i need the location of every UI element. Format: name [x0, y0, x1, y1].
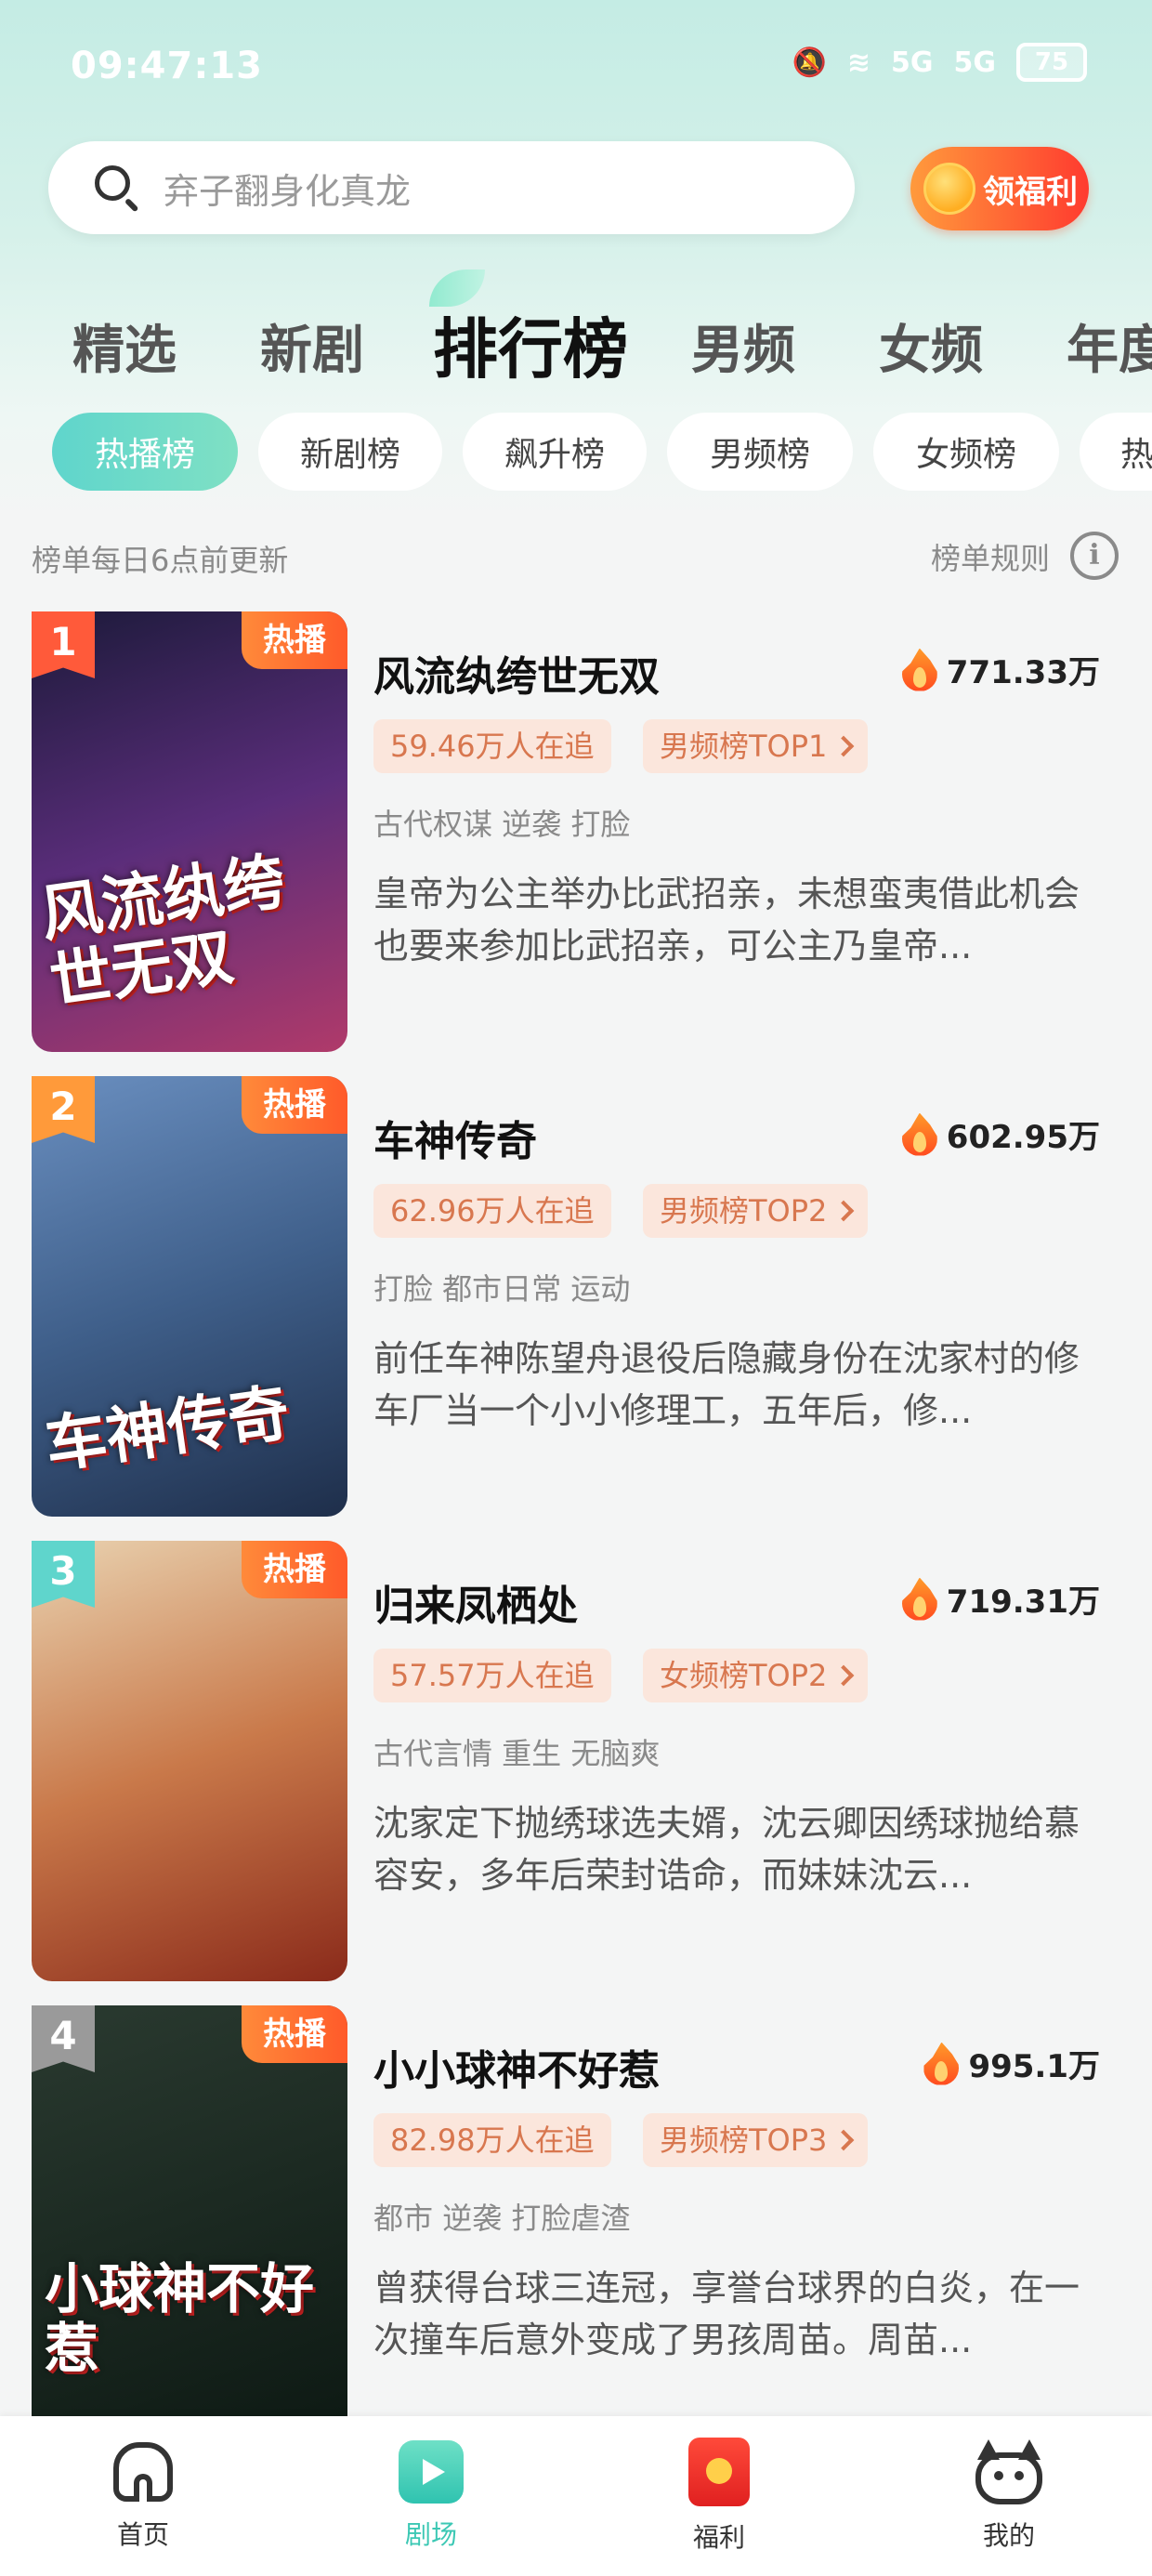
nav-label: 福利: [692, 2522, 745, 2553]
red-envelope-icon: [688, 2438, 750, 2506]
list-item[interactable]: 3 热播 归来凤栖处 719.31万 57.57万人在追 女频榜TOP2 古代言…: [0, 1541, 1152, 1985]
poster-art: [32, 1541, 347, 1981]
poster[interactable]: [32, 1541, 347, 1981]
rank-list-label: 男频榜TOP1: [660, 729, 828, 764]
signal-icon-2: 5G: [953, 46, 997, 79]
nav-mine[interactable]: 我的: [907, 2416, 1111, 2576]
nav-welfare[interactable]: 福利: [617, 2416, 821, 2576]
poster[interactable]: 小球神不好惹: [32, 2005, 347, 2416]
heat-score: 602.95万: [901, 1111, 1100, 1157]
nav-label: 剧场: [404, 2519, 457, 2550]
heat-value: 719.31万: [946, 1584, 1100, 1621]
heat-value: 995.1万: [968, 2048, 1100, 2085]
hot-tag: 热播: [242, 2005, 347, 2063]
drama-title[interactable]: 车神传奇: [373, 1108, 537, 1167]
rank-list-badge[interactable]: 男频榜TOP2: [643, 1184, 869, 1238]
hot-tag: 热播: [242, 611, 347, 669]
poster[interactable]: 风流纨绔世无双: [32, 611, 347, 1052]
drama-tags: 古代权谋 逆袭 打脸: [373, 807, 631, 842]
chip-male[interactable]: 男频榜: [667, 413, 853, 491]
chevron-right-icon: [833, 1200, 855, 1222]
followers-badge: 82.98万人在追: [373, 2113, 611, 2167]
cat-icon: [974, 2439, 1044, 2504]
drama-tags: 打脸 都市日常 运动: [373, 1271, 631, 1307]
followers-badge: 57.57万人在追: [373, 1649, 611, 1702]
top-tabs: 精选 新剧 排行榜 男频 女频 年度: [0, 297, 1152, 390]
followers-badge: 59.46万人在追: [373, 719, 611, 773]
play-icon: [399, 2440, 464, 2504]
search-bar[interactable]: 弃子翻身化真龙: [48, 141, 855, 234]
drama-description: 皇帝为公主举办比武招亲，未想蛮夷借此机会也要来参加比武招亲，可公主乃皇帝...: [373, 874, 1080, 966]
tab-female[interactable]: 女频: [879, 309, 983, 384]
drama-tags: 古代言情 重生 无脑爽: [373, 1736, 661, 1771]
flame-icon: [901, 1577, 937, 1621]
tab-featured[interactable]: 精选: [72, 309, 177, 384]
chip-female[interactable]: 女频榜: [873, 413, 1059, 491]
heat-value: 602.95万: [946, 1119, 1100, 1156]
drama-tags: 都市 逆袭 打脸虐渣: [373, 2201, 631, 2236]
drama-title[interactable]: 归来凤栖处: [373, 1572, 578, 1632]
tab-ranking[interactable]: 排行榜: [433, 297, 628, 391]
followers-badge: 62.96万人在追: [373, 1184, 611, 1238]
hot-tag: 热播: [242, 1076, 347, 1134]
flame-icon: [901, 1112, 937, 1156]
battery-icon: 75: [1016, 43, 1087, 82]
home-icon: [111, 2440, 175, 2504]
search-icon: [93, 164, 141, 213]
mute-icon: 🔕: [792, 46, 827, 79]
search-placeholder: 弃子翻身化真龙: [164, 170, 412, 212]
poster-text: 小球神不好惹: [45, 2257, 315, 2381]
heat-value: 771.33万: [946, 654, 1100, 691]
coin-icon: [923, 163, 975, 215]
chevron-right-icon: [833, 1664, 855, 1687]
drama-title[interactable]: 风流纨绔世无双: [373, 643, 660, 703]
list-item[interactable]: 车神传奇 2 热播 车神传奇 602.95万 62.96万人在追 男频榜TOP2…: [0, 1076, 1152, 1520]
nav-label: 首页: [116, 2519, 169, 2550]
rules-link[interactable]: 榜单规则: [931, 535, 1050, 578]
flame-icon: [923, 2042, 960, 2085]
welfare-button-label: 领福利: [983, 173, 1078, 211]
status-bar: 09:47:13 🔕 ≋ 5G 5G 75: [0, 0, 1152, 130]
nav-label: 我的: [982, 2520, 1035, 2551]
bottom-nav: 首页 剧场 福利 我的: [0, 2416, 1152, 2576]
chip-hot[interactable]: 热播榜: [52, 413, 238, 491]
hot-tag: 热播: [242, 1541, 347, 1598]
rank-list-label: 男频榜TOP2: [660, 1193, 828, 1229]
chevron-right-icon: [833, 2129, 855, 2151]
nav-theater[interactable]: 剧场: [329, 2416, 533, 2576]
tab-new-drama[interactable]: 新剧: [260, 309, 364, 384]
status-time: 09:47:13: [71, 45, 263, 87]
drama-title[interactable]: 小小球神不好惹: [373, 2037, 660, 2096]
chip-rising[interactable]: 飙升榜: [463, 413, 647, 491]
list-item[interactable]: 风流纨绔世无双 1 热播 风流纨绔世无双 771.33万 59.46万人在追 男…: [0, 611, 1152, 1056]
status-icons: 🔕 ≋ 5G 5G 75: [792, 43, 1087, 82]
rank-list-badge[interactable]: 女频榜TOP2: [643, 1649, 869, 1702]
rank-list-badge[interactable]: 男频榜TOP1: [643, 719, 869, 773]
drama-description: 曾获得台球三连冠，享誉台球界的白炎，在一次撞车后意外变成了男孩周苗。周苗...: [373, 2267, 1080, 2360]
poster[interactable]: 车神传奇: [32, 1076, 347, 1517]
chevron-right-icon: [833, 735, 855, 757]
rank-list-badge[interactable]: 男频榜TOP3: [643, 2113, 869, 2167]
rank-list-label: 女频榜TOP2: [660, 1658, 828, 1693]
tab-annual[interactable]: 年度: [1067, 309, 1152, 384]
update-note: 榜单每日6点前更新: [32, 543, 289, 578]
nav-home[interactable]: 首页: [41, 2416, 245, 2576]
heat-score: 995.1万: [923, 2041, 1100, 2086]
welfare-button[interactable]: 领福利: [910, 147, 1089, 230]
drama-description: 沈家定下抛绣球选夫婿，沈云卿因绣球抛给慕容安，多年后荣封诰命，而妹妹沈云...: [373, 1803, 1080, 1896]
heat-score: 771.33万: [901, 647, 1100, 692]
info-icon[interactable]: i: [1070, 532, 1119, 580]
rank-chips: 热播榜 新剧榜 飙升榜 男频榜 女频榜 热: [0, 413, 1152, 491]
list-item[interactable]: 小球神不好惹 4 热播 小小球神不好惹 995.1万 82.98万人在追 男频榜…: [0, 2005, 1152, 2450]
heat-score: 719.31万: [901, 1576, 1100, 1622]
chip-more[interactable]: 热: [1080, 413, 1152, 491]
wifi-icon: ≋: [846, 46, 871, 79]
chip-new[interactable]: 新剧榜: [258, 413, 442, 491]
tab-male[interactable]: 男频: [691, 309, 795, 384]
rank-list-label: 男频榜TOP3: [660, 2123, 828, 2158]
signal-icon: 5G: [891, 46, 934, 79]
flame-icon: [901, 648, 937, 691]
drama-description: 前任车神陈望舟退役后隐藏身份在沈家村的修车厂当一个小小修理工，五年后，修...: [373, 1338, 1080, 1431]
